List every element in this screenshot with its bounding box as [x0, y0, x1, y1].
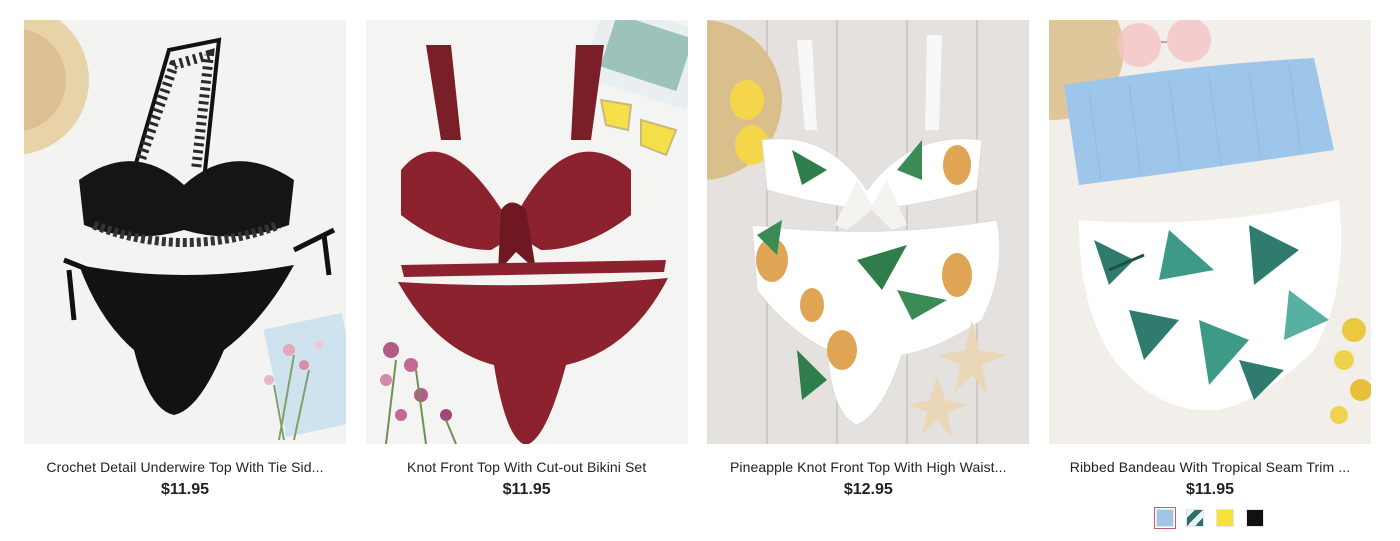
product-title[interactable]: Knot Front Top With Cut-out Bikini Set [377, 458, 677, 476]
product-price: $11.95 [1185, 481, 1234, 498]
color-swatch-black[interactable] [1245, 509, 1264, 527]
product-image[interactable] [365, 20, 688, 444]
product-title[interactable]: Pineapple Knot Front Top With High Waist… [718, 458, 1018, 476]
product-price: $11.95 [160, 481, 210, 498]
color-swatch-tropical-print[interactable] [1185, 509, 1204, 527]
product-image[interactable] [24, 20, 346, 444]
product-card[interactable]: Pineapple Knot Front Top With High Waist… [707, 20, 1030, 527]
product-card[interactable]: Ribbed Bandeau With Tropical Seam Trim .… [1048, 20, 1371, 529]
product-price: $11.95 [502, 481, 551, 498]
product-grid: Crochet Detail Underwire Top With Tie Si… [24, 20, 1371, 529]
product-image[interactable] [707, 20, 1030, 444]
product-card[interactable]: Knot Front Top With Cut-out Bikini Set $… [365, 20, 688, 527]
color-swatches [1153, 507, 1264, 529]
product-title[interactable]: Crochet Detail Underwire Top With Tie Si… [35, 458, 335, 476]
color-swatch-light-blue[interactable] [1153, 507, 1176, 529]
product-image[interactable] [1048, 20, 1371, 444]
color-swatch-yellow[interactable] [1215, 509, 1234, 527]
product-title[interactable]: Ribbed Bandeau With Tropical Seam Trim .… [1060, 458, 1360, 476]
product-price: $12.95 [843, 481, 893, 498]
product-card[interactable]: Crochet Detail Underwire Top With Tie Si… [24, 20, 346, 527]
